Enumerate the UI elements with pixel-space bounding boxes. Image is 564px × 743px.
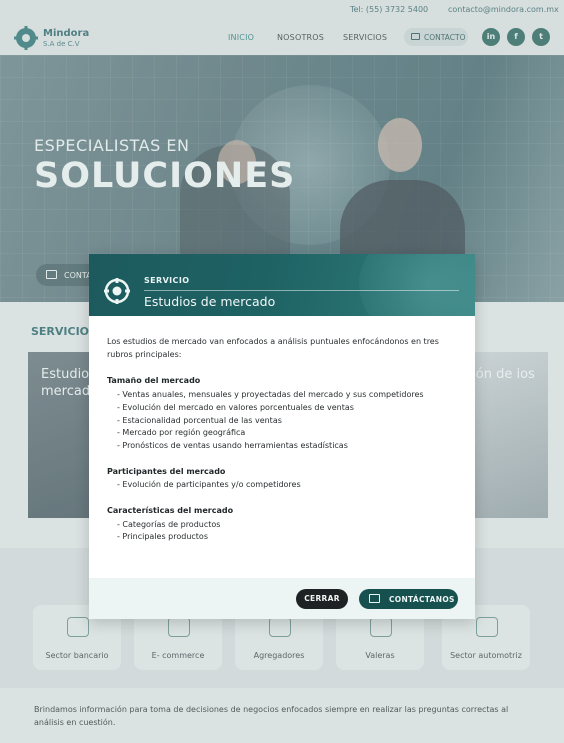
list-item: - Estacionalidad porcentual de las venta…	[117, 415, 282, 425]
section-list: - Ventas anuales, mensuales y proyectada…	[107, 389, 462, 453]
section-heading: Características del mercado	[107, 506, 234, 516]
section-heading: Participantes del mercado	[107, 466, 226, 476]
modal-header: SERVICIO Estudios de mercado	[89, 254, 475, 316]
section-list: - Categorías de productos - Principales …	[107, 519, 462, 544]
list-item: - Principales productos	[117, 532, 208, 542]
section-list: - Evolución de participantes y/o competi…	[107, 479, 462, 492]
modal-body: Los estudios de mercado van enfocados a …	[107, 336, 462, 557]
list-item: - Evolución de participantes y/o competi…	[117, 480, 301, 490]
service-modal: SERVICIO Estudios de mercado Los estudio…	[89, 254, 475, 619]
contact-us-button[interactable]: CONTÁCTANOS	[359, 589, 458, 609]
contact-us-label: CONTÁCTANOS	[389, 595, 455, 604]
mindora-logo-icon	[104, 278, 130, 304]
list-item: - Evolución del mercado en valores porce…	[117, 402, 354, 412]
modal-title: Estudios de mercado	[144, 294, 276, 309]
list-item: - Categorías de productos	[117, 519, 221, 529]
mail-icon	[369, 594, 380, 603]
modal-divider	[144, 290, 459, 291]
list-item: - Mercado por región geográfica	[117, 428, 246, 438]
modal-kicker: SERVICIO	[144, 276, 190, 285]
list-item: - Ventas anuales, mensuales y proyectada…	[117, 390, 424, 400]
list-item: - Pronósticos de ventas usando herramien…	[117, 440, 348, 450]
modal-intro: Los estudios de mercado van enfocados a …	[107, 337, 439, 359]
close-button[interactable]: CERRAR	[296, 589, 348, 609]
section-heading: Tamaño del mercado	[107, 376, 201, 386]
modal-footer: CERRAR CONTÁCTANOS	[89, 578, 475, 619]
